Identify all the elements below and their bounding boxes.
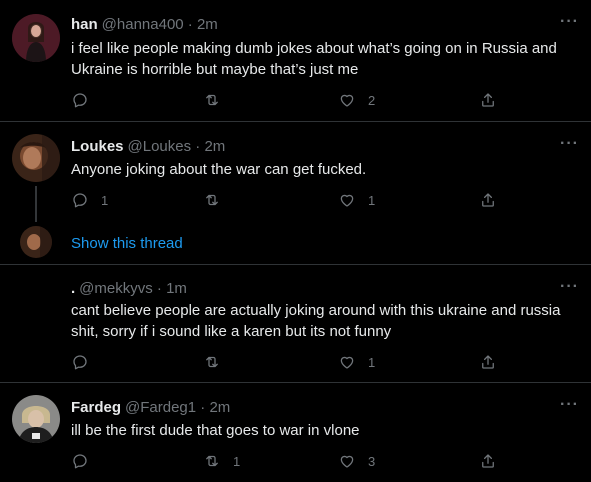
tweet-header: han @hanna400 · 2m [71, 16, 218, 33]
thread-connector [35, 186, 37, 222]
retweet-icon [203, 353, 221, 371]
share-icon [479, 452, 497, 470]
handle-time[interactable]: @mekkyvs · 1m [79, 280, 187, 297]
reply-button[interactable]: 1 [71, 190, 108, 210]
like-button[interactable]: 3 [338, 451, 375, 471]
handle-time[interactable]: @Loukes · 2m [128, 138, 226, 155]
reply-icon [71, 191, 89, 209]
tweet-actions: 2 [71, 90, 511, 110]
reply-icon [71, 452, 89, 470]
reply-button[interactable] [71, 90, 101, 110]
like-button[interactable]: 1 [338, 190, 375, 210]
reply-count: 1 [101, 192, 109, 208]
display-name[interactable]: han [71, 16, 98, 33]
retweet-icon [203, 452, 221, 470]
share-icon [479, 191, 497, 209]
like-icon [338, 191, 356, 209]
retweet-button[interactable] [203, 90, 233, 110]
tweet-text: Anyone joking about the war can get fuck… [71, 161, 367, 178]
like-count: 1 [368, 192, 376, 208]
more-icon[interactable]: ··· [560, 13, 579, 31]
share-button[interactable] [479, 90, 497, 110]
tweet-actions: 1 1 [71, 190, 511, 210]
retweet-button[interactable] [203, 190, 233, 210]
like-icon [338, 452, 356, 470]
tweet-header: Loukes @Loukes · 2m [71, 138, 225, 155]
tweet-text: cant believe people are actually joking … [71, 302, 561, 340]
tweet-header: Fardeg @Fardeg1 · 2m [71, 399, 230, 416]
retweet-button[interactable] [203, 352, 233, 372]
reply-icon [71, 353, 89, 371]
more-icon[interactable]: ··· [560, 135, 579, 153]
tweet-text: ill be the first dude that goes to war i… [71, 422, 360, 439]
tweet[interactable]: Fardeg @Fardeg1 · 2m ··· ill be the first… [0, 383, 591, 482]
like-button[interactable]: 2 [338, 90, 375, 110]
tweet[interactable]: han @hanna400 · 2m ··· i feel like people… [0, 0, 591, 121]
avatar[interactable] [12, 395, 60, 443]
tweet[interactable]: Loukes @Loukes · 2m ··· Anyone joking abo… [0, 122, 591, 264]
reply-icon [71, 91, 89, 109]
tweet-text: i feel like people making dumb jokes abo… [71, 40, 557, 78]
like-count: 2 [368, 92, 376, 108]
like-icon [338, 91, 356, 109]
avatar[interactable] [12, 277, 60, 325]
like-button[interactable]: 1 [338, 352, 375, 372]
tweet[interactable]: . @mekkyvs · 1m ··· cant believe people a… [0, 265, 591, 382]
share-button[interactable] [479, 451, 497, 471]
display-name[interactable]: Loukes [71, 138, 124, 155]
tweet-actions: 1 3 [71, 451, 511, 471]
share-icon [479, 353, 497, 371]
more-icon[interactable]: ··· [560, 278, 579, 296]
tweet-actions: 1 [71, 352, 511, 372]
share-button[interactable] [479, 190, 497, 210]
show-thread-link[interactable]: Show this thread [71, 235, 183, 252]
reply-button[interactable] [71, 352, 101, 372]
share-button[interactable] [479, 352, 497, 372]
retweet-count: 1 [233, 453, 241, 469]
retweet-icon [203, 191, 221, 209]
tweet-header: . @mekkyvs · 1m [71, 280, 187, 297]
thread-avatar[interactable] [20, 226, 52, 258]
avatar[interactable] [12, 14, 60, 62]
retweet-icon [203, 91, 221, 109]
share-icon [479, 91, 497, 109]
display-name[interactable]: Fardeg [71, 399, 121, 416]
handle-time[interactable]: @Fardeg1 · 2m [125, 399, 230, 416]
like-count: 1 [368, 354, 376, 370]
like-count: 3 [368, 453, 376, 469]
reply-button[interactable] [71, 451, 101, 471]
retweet-button[interactable]: 1 [203, 451, 240, 471]
like-icon [338, 353, 356, 371]
handle-time[interactable]: @hanna400 · 2m [102, 16, 218, 33]
avatar[interactable] [12, 134, 60, 182]
display-name[interactable]: . [71, 280, 75, 297]
more-icon[interactable]: ··· [560, 396, 579, 414]
